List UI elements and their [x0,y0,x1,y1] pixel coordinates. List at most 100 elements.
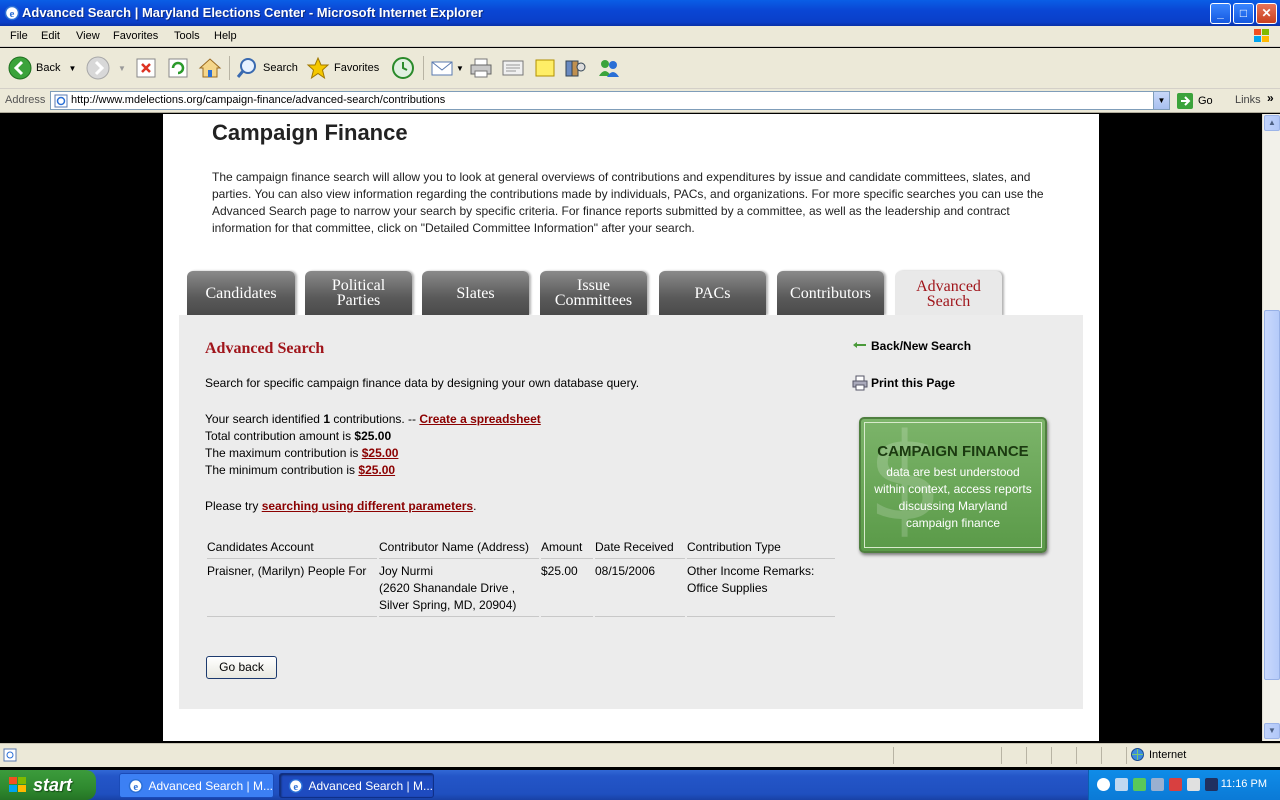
vertical-scrollbar[interactable]: ▲ ▼ [1262,114,1280,741]
menu-help[interactable]: Help [214,30,237,42]
taskbar-window-1[interactable]: e Advanced Search | M... [119,773,274,798]
toolbar-separator [423,56,424,80]
svg-text:e: e [293,781,298,792]
results-count: 1 [323,412,330,426]
different-parameters-link[interactable]: searching using different parameters [262,499,473,513]
scroll-up-icon[interactable]: ▲ [1264,115,1280,131]
research-icon [565,60,586,77]
taskbar-window-2[interactable]: e Advanced Search | M... [279,773,434,798]
tray-security-icon[interactable] [1169,778,1182,791]
ie-icon: e [4,5,20,21]
history-button[interactable] [391,54,415,82]
page-status-icon [3,748,17,762]
tray-display-icon[interactable] [1187,778,1200,791]
research-button[interactable] [563,54,587,82]
tab-pacs[interactable]: PACs [659,271,766,315]
mail-dropdown-icon[interactable]: ▼ [456,64,464,73]
menu-bar: File Edit View Favorites Tools Help [0,26,1280,47]
messenger-icon [599,60,619,77]
forward-dropdown-icon[interactable]: ▼ [118,64,126,73]
back-arrow-icon [853,342,866,348]
scroll-thumb[interactable] [1264,310,1280,680]
address-label: Address [5,94,46,106]
discuss-button[interactable] [533,54,557,82]
print-page-link[interactable]: Print this Page [852,375,955,391]
menu-view[interactable]: View [76,30,100,42]
home-button[interactable] [198,54,222,82]
search-icon [236,58,256,78]
mail-button[interactable]: ▼ [430,54,464,82]
tray-app-icon[interactable] [1205,778,1218,791]
menu-favorites[interactable]: Favorites [113,30,158,42]
tab-slates[interactable]: Slates [422,271,529,315]
max-prefix: The maximum contribution is [205,446,362,460]
print-icon [470,58,492,78]
create-spreadsheet-link[interactable]: Create a spreadsheet [419,412,540,426]
status-divider [1126,747,1127,764]
back-new-search-link[interactable]: Back/New Search [852,339,971,353]
go-arrow-icon [1177,93,1193,109]
address-input[interactable]: http://www.mdelections.org/campaign-fina… [50,91,1170,110]
section-title: Advanced Search [205,340,325,357]
forward-button[interactable]: ▼ [86,54,126,82]
edit-button[interactable] [501,54,525,82]
go-button[interactable]: Go [1176,92,1213,110]
scroll-down-icon[interactable]: ▼ [1264,723,1280,739]
tray-signal-icon[interactable] [1133,778,1146,791]
refresh-button[interactable] [167,54,189,82]
clock[interactable]: 11:16 PM [1221,778,1267,790]
max-contribution-link[interactable]: $25.00 [362,446,399,460]
svg-text:e: e [133,781,138,792]
minimize-button[interactable]: _ [1210,3,1231,24]
tray-chevron-icon[interactable] [1097,778,1110,791]
window-titlebar[interactable]: e Advanced Search | Maryland Elections C… [0,0,1280,26]
discuss-icon [535,59,555,77]
search-label: Search [263,62,298,74]
menu-edit[interactable]: Edit [41,30,60,42]
results-suffix: contributions. -- [330,412,420,426]
start-button[interactable]: start [0,770,96,800]
tab-political-parties[interactable]: Political Parties [305,271,412,315]
address-url: http://www.mdelections.org/campaign-fina… [71,94,446,106]
favorites-button[interactable]: Favorites [306,54,379,82]
back-dropdown-icon[interactable]: ▼ [68,64,76,73]
cell-type: Other Income Remarks: Office Supplies [687,559,835,617]
links-toolbar[interactable]: Links [1235,94,1261,106]
go-label: Go [1198,95,1213,107]
refresh-icon [168,58,188,78]
address-dropdown-icon[interactable]: ▼ [1153,92,1169,109]
links-chevron-icon[interactable]: » [1267,91,1274,105]
edit-icon [502,60,524,76]
maximize-button[interactable]: □ [1233,3,1254,24]
back-button[interactable]: Back ▼ [8,54,76,82]
standard-toolbar: Back ▼ ▼ Search Favorites ▼ [0,48,1280,89]
browser-viewport: Campaign Finance The campaign finance se… [0,114,1262,741]
favorites-icon [306,56,330,80]
windows-logo-icon [1254,29,1269,42]
tab-contributors[interactable]: Contributors [777,271,884,315]
min-contribution-link[interactable]: $25.00 [358,463,395,477]
results-prefix: Your search identified [205,412,324,426]
go-back-button[interactable]: Go back [206,656,277,679]
retry-suffix: . [473,499,477,513]
back-label: Back [36,62,61,74]
contributions-table: Candidates Account Contributor Name (Add… [205,537,837,617]
tab-candidates[interactable]: Candidates [187,271,295,315]
tray-network-icon[interactable] [1115,778,1128,791]
globe-icon [1131,748,1144,761]
menu-tools[interactable]: Tools [174,30,200,42]
zone-label: Internet [1149,748,1187,761]
menu-file[interactable]: File [10,30,28,42]
tray-speaker-icon[interactable] [1151,778,1164,791]
history-icon [392,57,414,79]
tab-advanced-search[interactable]: Advanced Search [895,271,1002,316]
tab-issue-committees[interactable]: Issue Committees [540,271,647,315]
stop-button[interactable] [135,54,157,82]
tab-label: Contributors [790,284,871,302]
campaign-finance-promo[interactable]: $ CAMPAIGN FINANCE data are best underst… [859,417,1047,553]
search-button[interactable]: Search [235,54,298,82]
print-button[interactable] [469,54,493,82]
close-button[interactable]: ✕ [1256,3,1277,24]
svg-text:e: e [10,8,15,20]
messenger-button[interactable] [596,54,622,82]
